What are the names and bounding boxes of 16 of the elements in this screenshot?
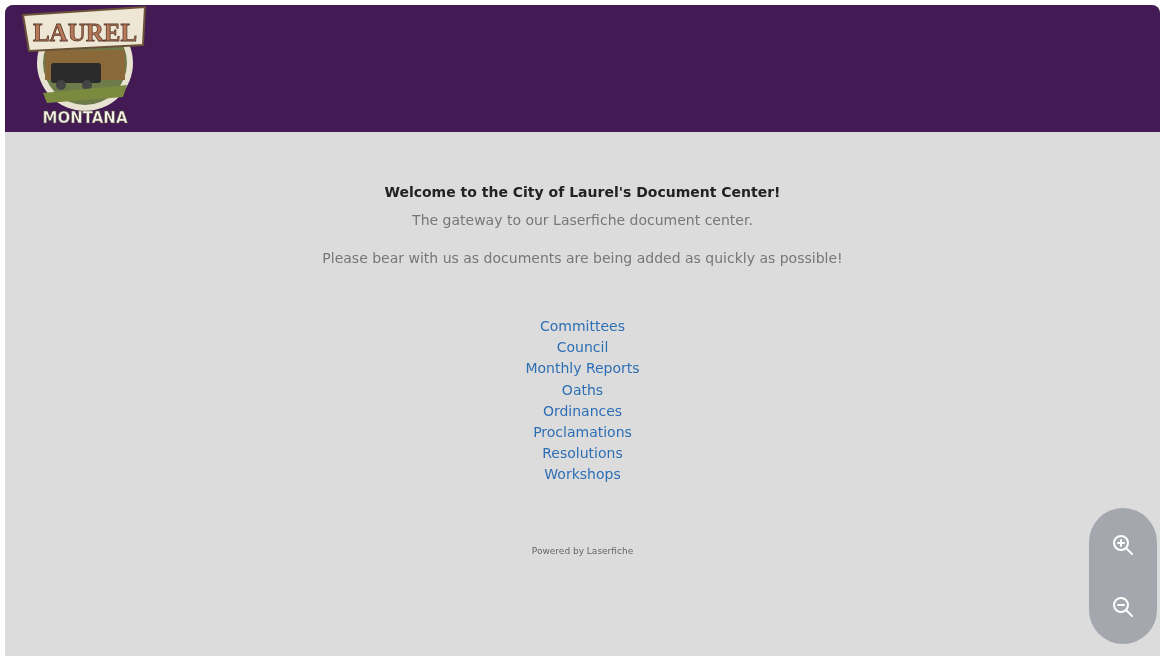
welcome-title: Welcome to the City of Laurel's Document Center! bbox=[384, 184, 781, 200]
folder-link[interactable]: Ordinances bbox=[542, 400, 623, 422]
folder-link[interactable]: Committees bbox=[540, 316, 625, 338]
notice-text: Please bear with us as documents are being added as quickly as possible! bbox=[322, 250, 843, 266]
zoom-in-icon bbox=[1111, 533, 1135, 557]
folder-link[interactable]: Workshops bbox=[544, 464, 621, 486]
subtitle: The gateway to our Laserfiche document center. bbox=[412, 212, 753, 228]
logo-text: MONTANA bbox=[42, 109, 128, 127]
powered-by-text: Powered by Laserfiche bbox=[531, 545, 634, 556]
zoom-out-icon bbox=[1111, 595, 1135, 619]
folder-link[interactable]: Resolutions bbox=[542, 443, 623, 465]
folder-link[interactable]: Monthly Reports bbox=[525, 358, 640, 380]
folder-link[interactable]: Council bbox=[556, 337, 609, 359]
folder-link[interactable]: Oaths bbox=[561, 379, 604, 401]
folder-link[interactable]: Proclamations bbox=[533, 422, 632, 444]
logo-text: LAUREL bbox=[32, 19, 138, 46]
